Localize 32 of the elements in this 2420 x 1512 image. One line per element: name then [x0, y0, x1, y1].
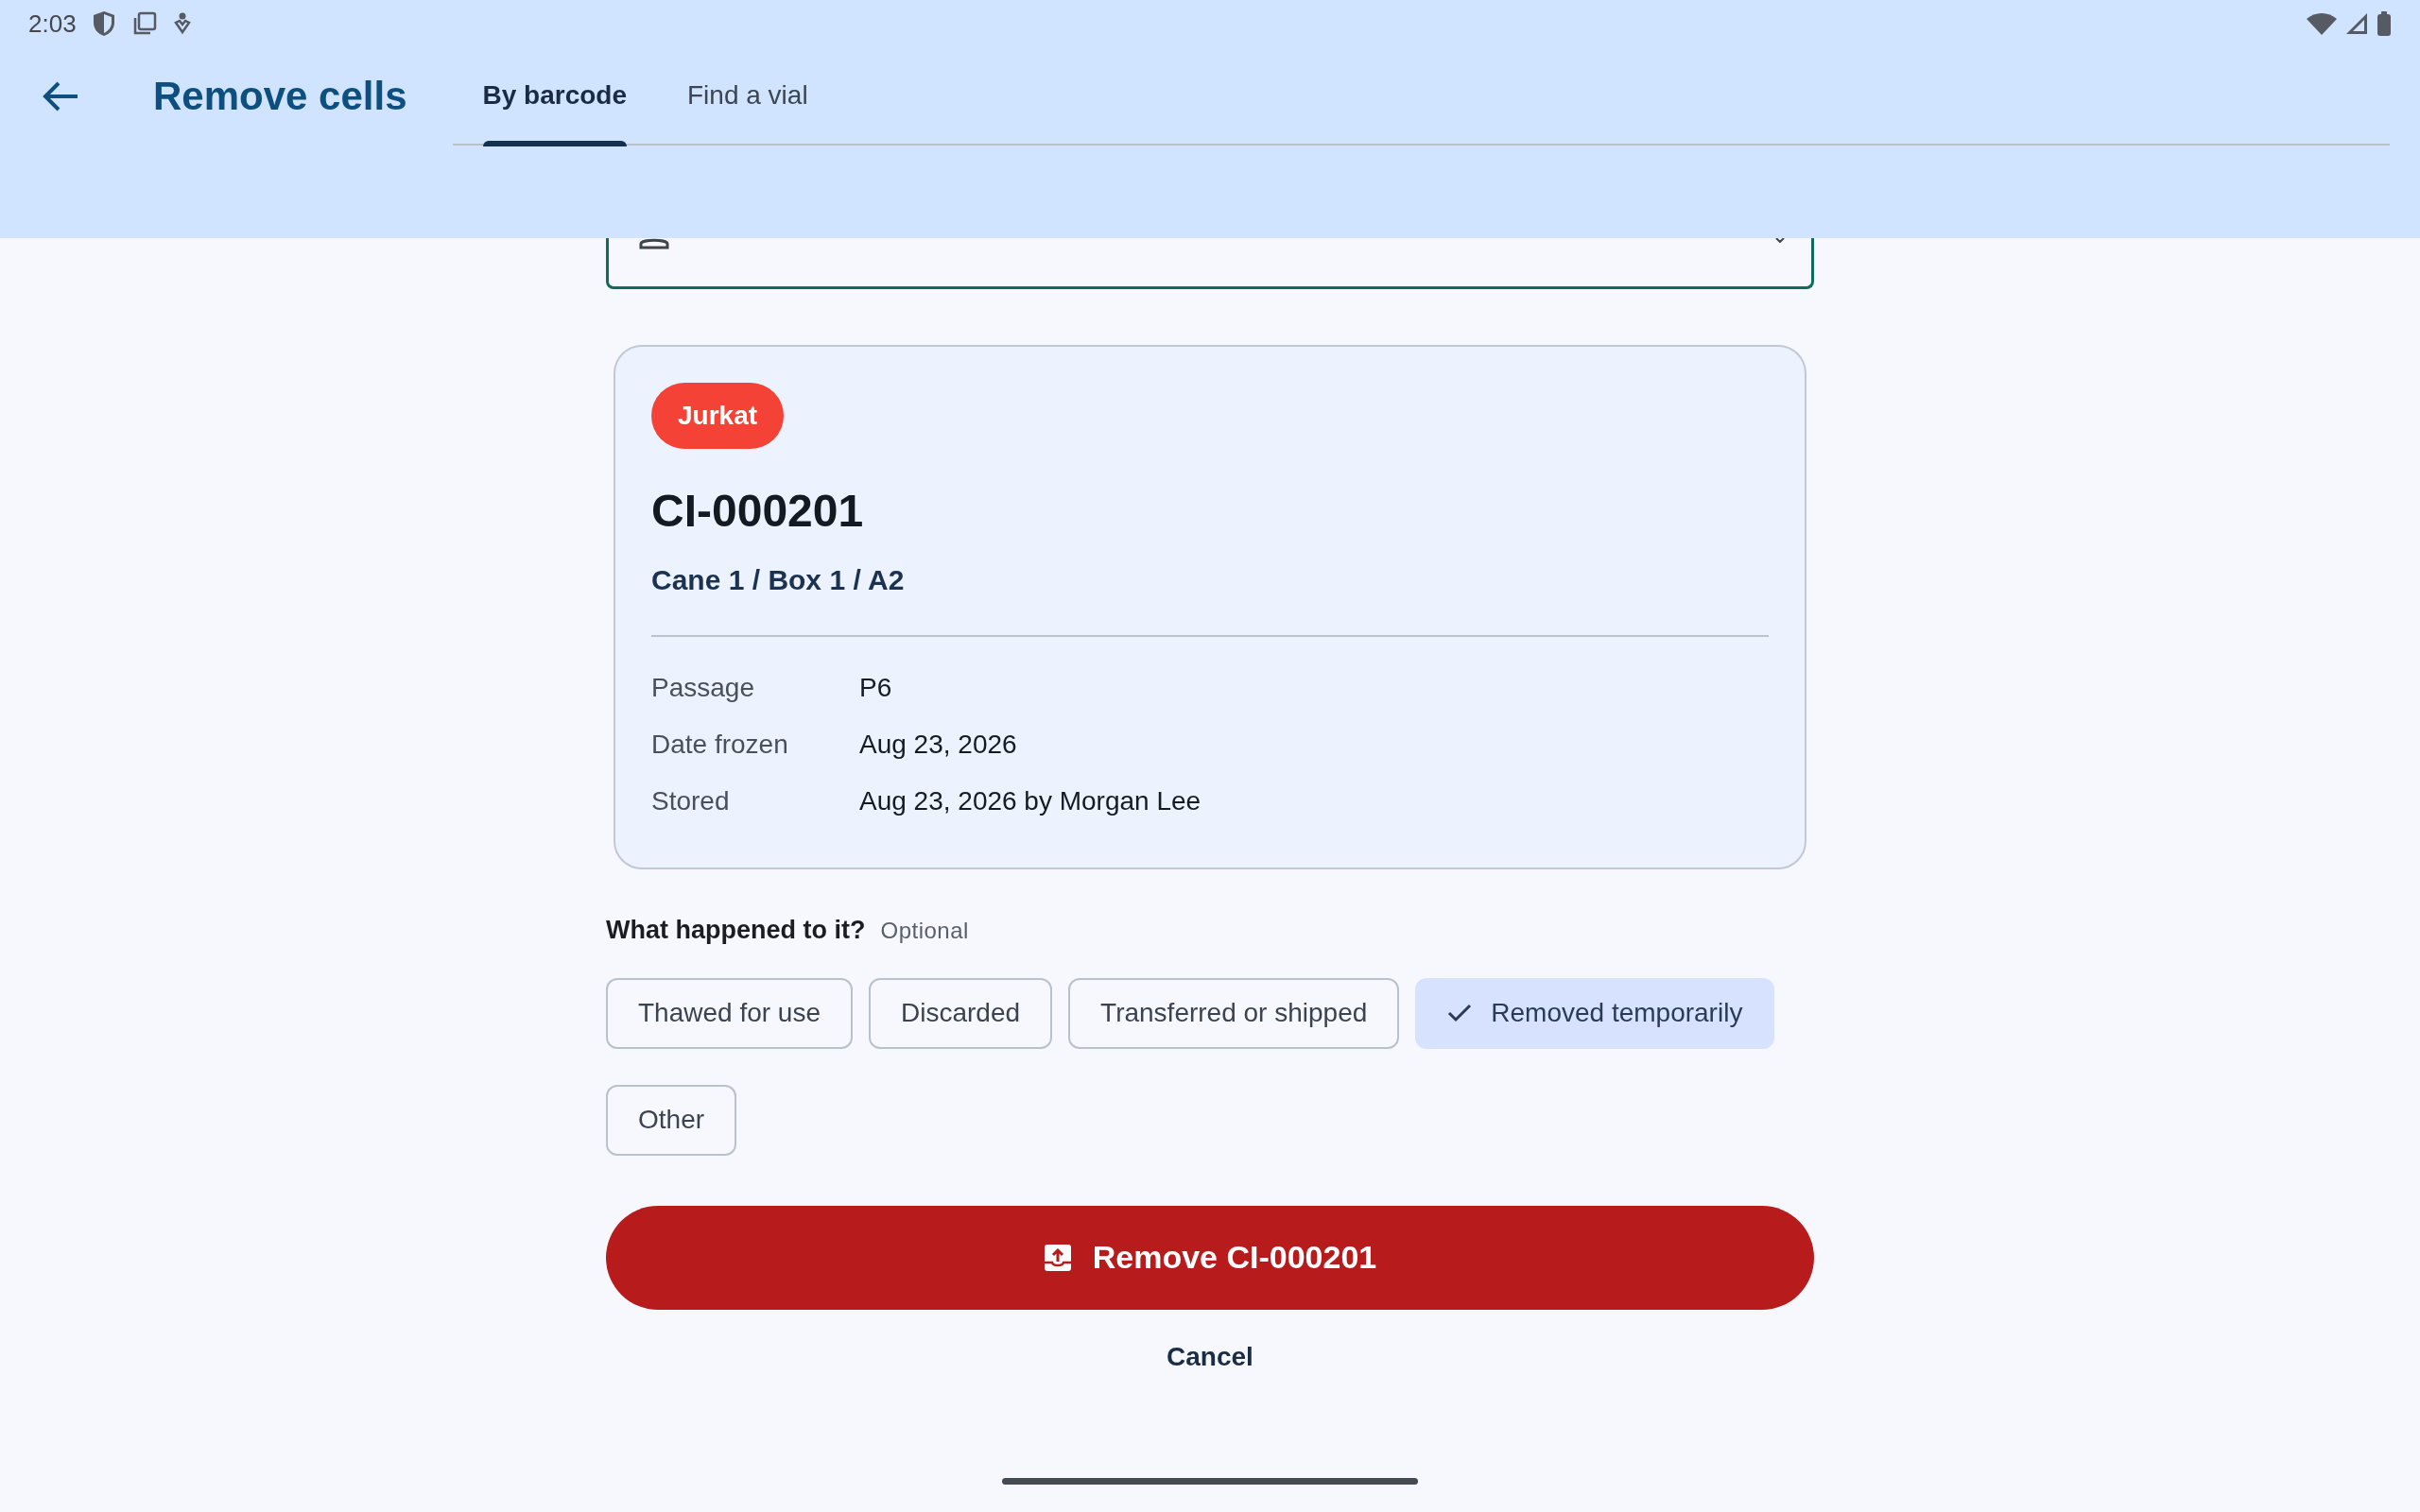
reason-chip[interactable]: Transferred or shipped: [1068, 977, 1400, 1049]
detail-label: Stored: [651, 785, 731, 817]
vial-id: CI-000201: [651, 485, 865, 538]
status-time: 2:03: [28, 8, 77, 40]
reason-chip[interactable]: Discarded: [869, 977, 1053, 1049]
detail-value: Aug 23, 2026 by Morgan Lee: [859, 785, 1201, 817]
detail-label: Date frozen: [651, 729, 789, 761]
inbox-upload-icon: [1043, 1243, 1072, 1272]
shield-icon: [91, 9, 116, 38]
page-title: Remove cells: [153, 72, 407, 120]
remove-button[interactable]: Remove CI-000201: [606, 1205, 1814, 1310]
detail-label: Passage: [651, 672, 755, 704]
person-field[interactable]: [606, 238, 1814, 289]
signal-icon: [2344, 11, 2369, 36]
check-icon: [1447, 1004, 1473, 1022]
cell-line-tag: Jurkat: [651, 383, 785, 449]
wifi-icon: [2307, 11, 2337, 36]
reason-chip[interactable]: Removed temporarily: [1415, 977, 1775, 1049]
battery-icon: [2377, 11, 2392, 36]
tab[interactable]: By barcode: [482, 46, 627, 145]
chevron-icon: [1775, 238, 1785, 243]
question-label: What happened to it?: [606, 915, 866, 946]
optional-hint: Optional: [880, 917, 969, 945]
person-icon: [638, 238, 670, 249]
reason-chip[interactable]: Other: [606, 1084, 737, 1156]
cancel-button[interactable]: Cancel: [1161, 1335, 1259, 1378]
detail-value: P6: [859, 672, 892, 704]
accessibility-icon: [172, 11, 192, 36]
reason-chip[interactable]: Thawed for use: [606, 977, 853, 1049]
vial-location: Cane 1 / Box 1 / A2: [651, 563, 906, 597]
detail-value: Aug 23, 2026: [859, 729, 1017, 761]
tab[interactable]: Find a vial: [687, 46, 808, 145]
